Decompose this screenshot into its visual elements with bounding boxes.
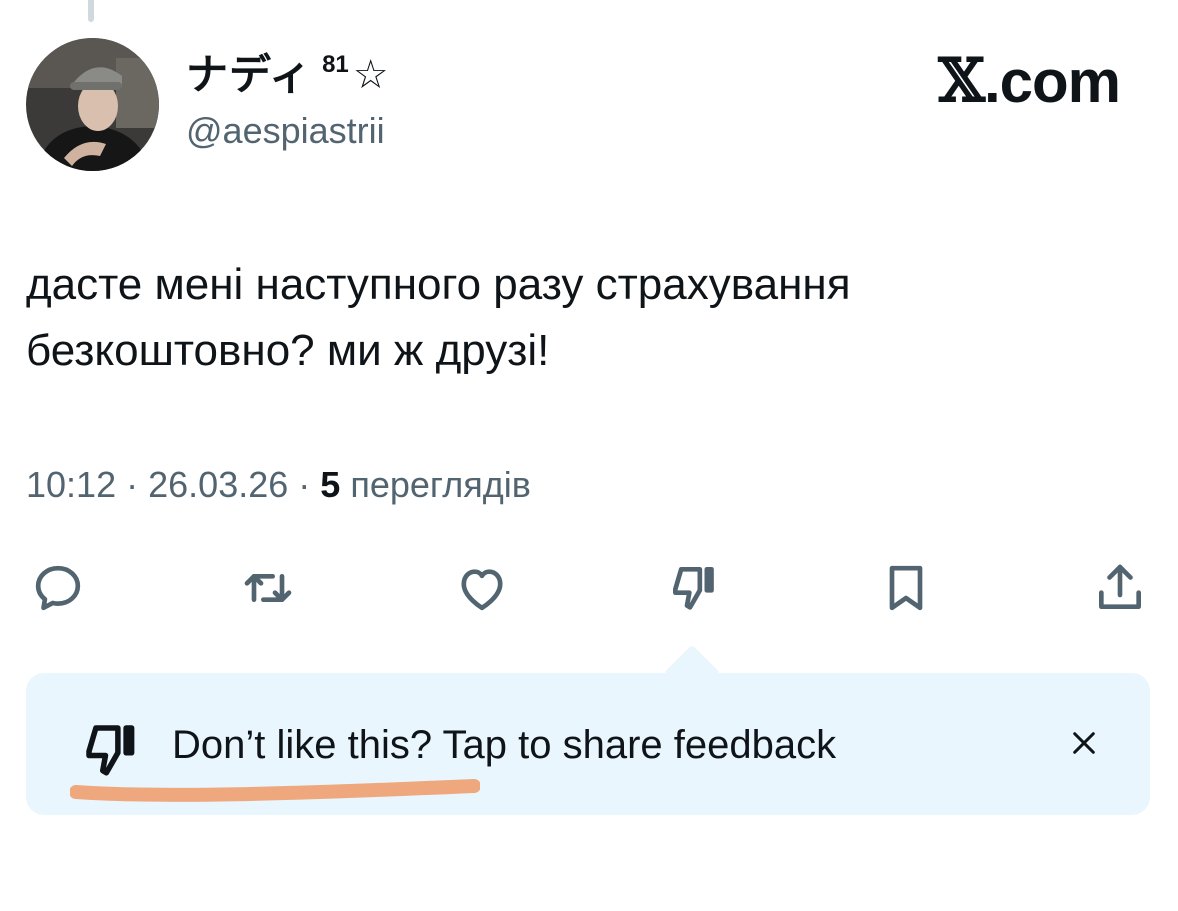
tweet-text: даcте мені наступного разу страхування б… xyxy=(26,252,1136,384)
x-logo-icon: 𝕏 xyxy=(938,46,985,116)
tweet-text-line: даcте мені наступного разу страхування xyxy=(26,260,851,309)
dislike-button[interactable] xyxy=(664,558,724,618)
star-icon: ☆ xyxy=(352,53,389,97)
like-button[interactable] xyxy=(452,558,512,618)
x-com-watermark: 𝕏 .com xyxy=(938,46,1121,116)
author-display-name[interactable]: ナディ xyxy=(186,50,312,100)
meta-separator: · xyxy=(298,464,311,505)
author-handle[interactable]: @aespiastrii xyxy=(186,110,385,152)
thread-connector-line xyxy=(88,0,94,22)
close-icon xyxy=(1073,732,1095,754)
tweet-text-line: безкоштовно? ми ж друзі! xyxy=(26,326,550,375)
meta-separator: · xyxy=(126,464,139,505)
bookmark-button[interactable] xyxy=(876,558,936,618)
share-button[interactable] xyxy=(1090,558,1150,618)
tweet-time[interactable]: 10:12 xyxy=(26,464,116,505)
dislike-icon xyxy=(673,567,714,610)
like-icon xyxy=(461,569,503,611)
views-label: переглядів xyxy=(350,464,531,505)
share-icon xyxy=(1099,564,1141,609)
author-name-superscript: 81 xyxy=(322,51,349,78)
reply-icon xyxy=(35,565,81,611)
tweet-date[interactable]: 26.03.26 xyxy=(148,464,288,505)
close-button[interactable] xyxy=(1066,725,1102,761)
tweet-meta: 10:12 · 26.03.26 · 5 переглядів xyxy=(26,464,531,506)
brand-suffix: .com xyxy=(983,47,1121,115)
bookmark-icon xyxy=(889,565,923,611)
tweet-action-bar xyxy=(0,558,1178,618)
avatar-photo xyxy=(26,38,159,171)
repost-button[interactable] xyxy=(238,558,298,618)
views-count: 5 xyxy=(320,464,341,505)
highlight-underline xyxy=(70,779,480,802)
reply-button[interactable] xyxy=(28,558,88,618)
repost-icon xyxy=(244,574,292,602)
feedback-prompt-text[interactable]: Don’t like this? Tap to share feedback xyxy=(172,723,836,768)
author-name-row[interactable]: ナディ 81 ☆ xyxy=(186,50,389,100)
avatar[interactable] xyxy=(26,38,159,171)
